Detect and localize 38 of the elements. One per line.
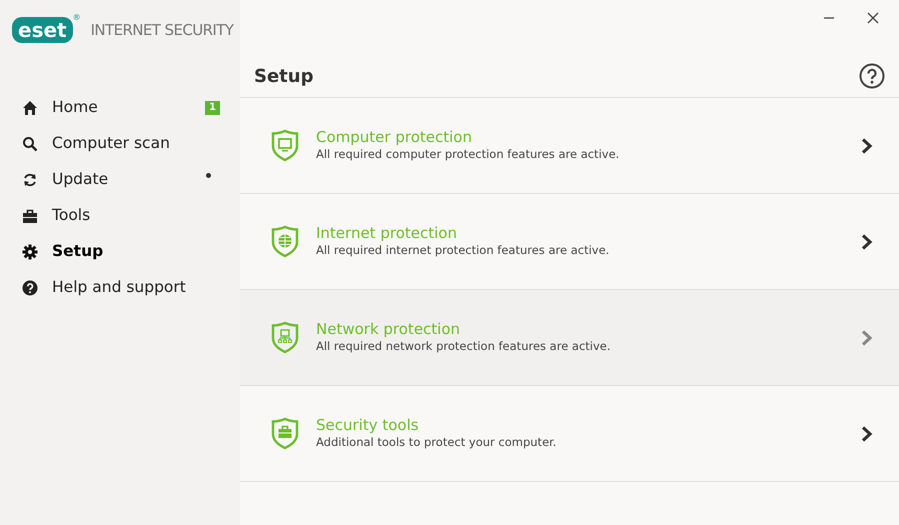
help-icon[interactable] (859, 63, 885, 89)
section-title: Security tools (316, 416, 420, 434)
setup-section[interactable]: Computer protection All required computer protection features are active. (240, 98, 899, 194)
setup-section[interactable]: Network protection All required network protection features are active. (240, 290, 899, 386)
sidebar-item[interactable]: Home 1 (0, 90, 240, 126)
section-description: All required computer protection features are active. (316, 146, 620, 163)
shield-network-icon (270, 320, 300, 354)
settings-icon (22, 244, 38, 260)
home-icon (22, 100, 38, 116)
refresh-icon (22, 172, 38, 188)
shield-globe-icon (270, 224, 300, 258)
section-description: All required network protection features are active. (316, 338, 612, 355)
section-title: Computer protection (316, 128, 473, 146)
logo: eset (12, 17, 73, 43)
section-description: Additional tools to protect your computer. (316, 434, 558, 451)
section-title: Internet protection (316, 224, 458, 242)
chevron-right-icon (861, 426, 873, 442)
shield-toolbox-icon (270, 416, 300, 450)
chevron-right-icon (861, 330, 873, 346)
sidebar-item[interactable]: Help and support (0, 270, 240, 306)
chevron-right-icon (861, 138, 873, 154)
sidebar-item[interactable]: Tools (0, 198, 240, 234)
sidebar-item[interactable]: Setup (0, 234, 240, 270)
chevron-right-icon (861, 234, 873, 250)
registered-mark: ® (72, 12, 81, 24)
shield-monitor-icon (270, 128, 300, 162)
sidebar-item[interactable]: Update (0, 162, 240, 198)
section-description: All required internet protection features are active. (316, 242, 610, 259)
close-icon[interactable] (865, 10, 881, 26)
count-badge: 1 (205, 101, 220, 115)
section-title: Network protection (316, 320, 462, 338)
sidebar-item[interactable]: Computer scan (0, 126, 240, 162)
help-icon (22, 280, 38, 296)
setup-section[interactable]: Security tools Additional tools to protect your computer. (240, 386, 899, 482)
page-title: Setup (254, 64, 314, 88)
product-name: INTERNET SECURITY (90, 20, 234, 41)
search-icon (22, 136, 38, 152)
toolbox-icon (22, 208, 38, 224)
